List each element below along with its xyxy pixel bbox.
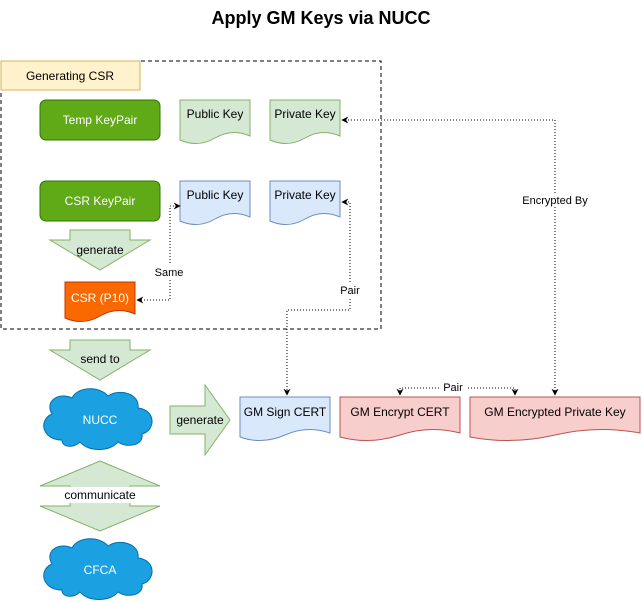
diagram-canvas: Apply GM Keys via NUCC Generating CSR Te… [0, 8, 641, 600]
gm-sign-cert-label: GM Sign CERT [244, 405, 327, 419]
csr-public-key-label: Public Key [187, 188, 244, 202]
csr-p10-label: CSR (P10) [71, 291, 129, 305]
pair-sign-edge-label: Pair [340, 285, 360, 297]
csr-private-key-node[interactable]: Private Key [269, 180, 341, 225]
communicate-arrow[interactable]: communicate [39, 460, 161, 532]
pair-sign-edge[interactable]: Pair [283, 198, 363, 396]
send-to-arrow-label: send to [80, 352, 120, 366]
csr-private-key-label: Private Key [274, 188, 335, 202]
send-to-arrow[interactable]: send to [48, 339, 152, 381]
generate-certs-arrow-label: generate [176, 413, 224, 427]
csr-p10-node[interactable]: CSR (P10) [64, 281, 136, 322]
nucc-label: NUCC [83, 413, 118, 427]
temp-public-key-label: Public Key [187, 107, 244, 121]
generate-certs-arrow[interactable]: generate [169, 383, 231, 457]
csr-keypair-label: CSR KeyPair [65, 194, 136, 208]
generate-csr-arrow[interactable]: generate [48, 229, 152, 271]
cfca-label: CFCA [84, 563, 117, 577]
encrypted-by-edge[interactable]: Encrypted By [341, 116, 593, 396]
pair-encrypt-edge-label: Pair [443, 382, 463, 394]
gm-encrypted-private-key-label: GM Encrypted Private Key [484, 405, 625, 419]
pair-encrypt-edge[interactable]: Pair [396, 381, 519, 396]
encrypted-by-edge-label: Encrypted By [522, 195, 588, 207]
same-edge-label: Same [155, 267, 184, 279]
group-label-text: Generating CSR [26, 69, 114, 83]
temp-keypair-label: Temp KeyPair [63, 113, 138, 127]
generate-csr-arrow-label: generate [76, 243, 124, 257]
temp-private-key-node[interactable]: Private Key [269, 99, 341, 144]
csr-public-key-node[interactable]: Public Key [179, 180, 251, 225]
gm-encrypt-cert-label: GM Encrypt CERT [350, 405, 450, 419]
diagram-title: Apply GM Keys via NUCC [211, 8, 430, 28]
cfca-cloud-node[interactable]: CFCA [43, 538, 153, 600]
gm-sign-cert-node[interactable]: GM Sign CERT [239, 396, 331, 441]
communicate-arrow-label: communicate [64, 488, 136, 502]
temp-public-key-node[interactable]: Public Key [179, 99, 251, 144]
temp-private-key-label: Private Key [274, 107, 335, 121]
gm-encrypt-cert-node[interactable]: GM Encrypt CERT [339, 396, 461, 441]
generating-csr-label: Generating CSR [0, 60, 141, 91]
nucc-cloud-node[interactable]: NUCC [43, 388, 153, 450]
temp-keypair-node[interactable]: Temp KeyPair [39, 99, 161, 141]
gm-encrypted-private-key-node[interactable]: GM Encrypted Private Key [469, 396, 641, 442]
csr-keypair-node[interactable]: CSR KeyPair [39, 180, 161, 222]
